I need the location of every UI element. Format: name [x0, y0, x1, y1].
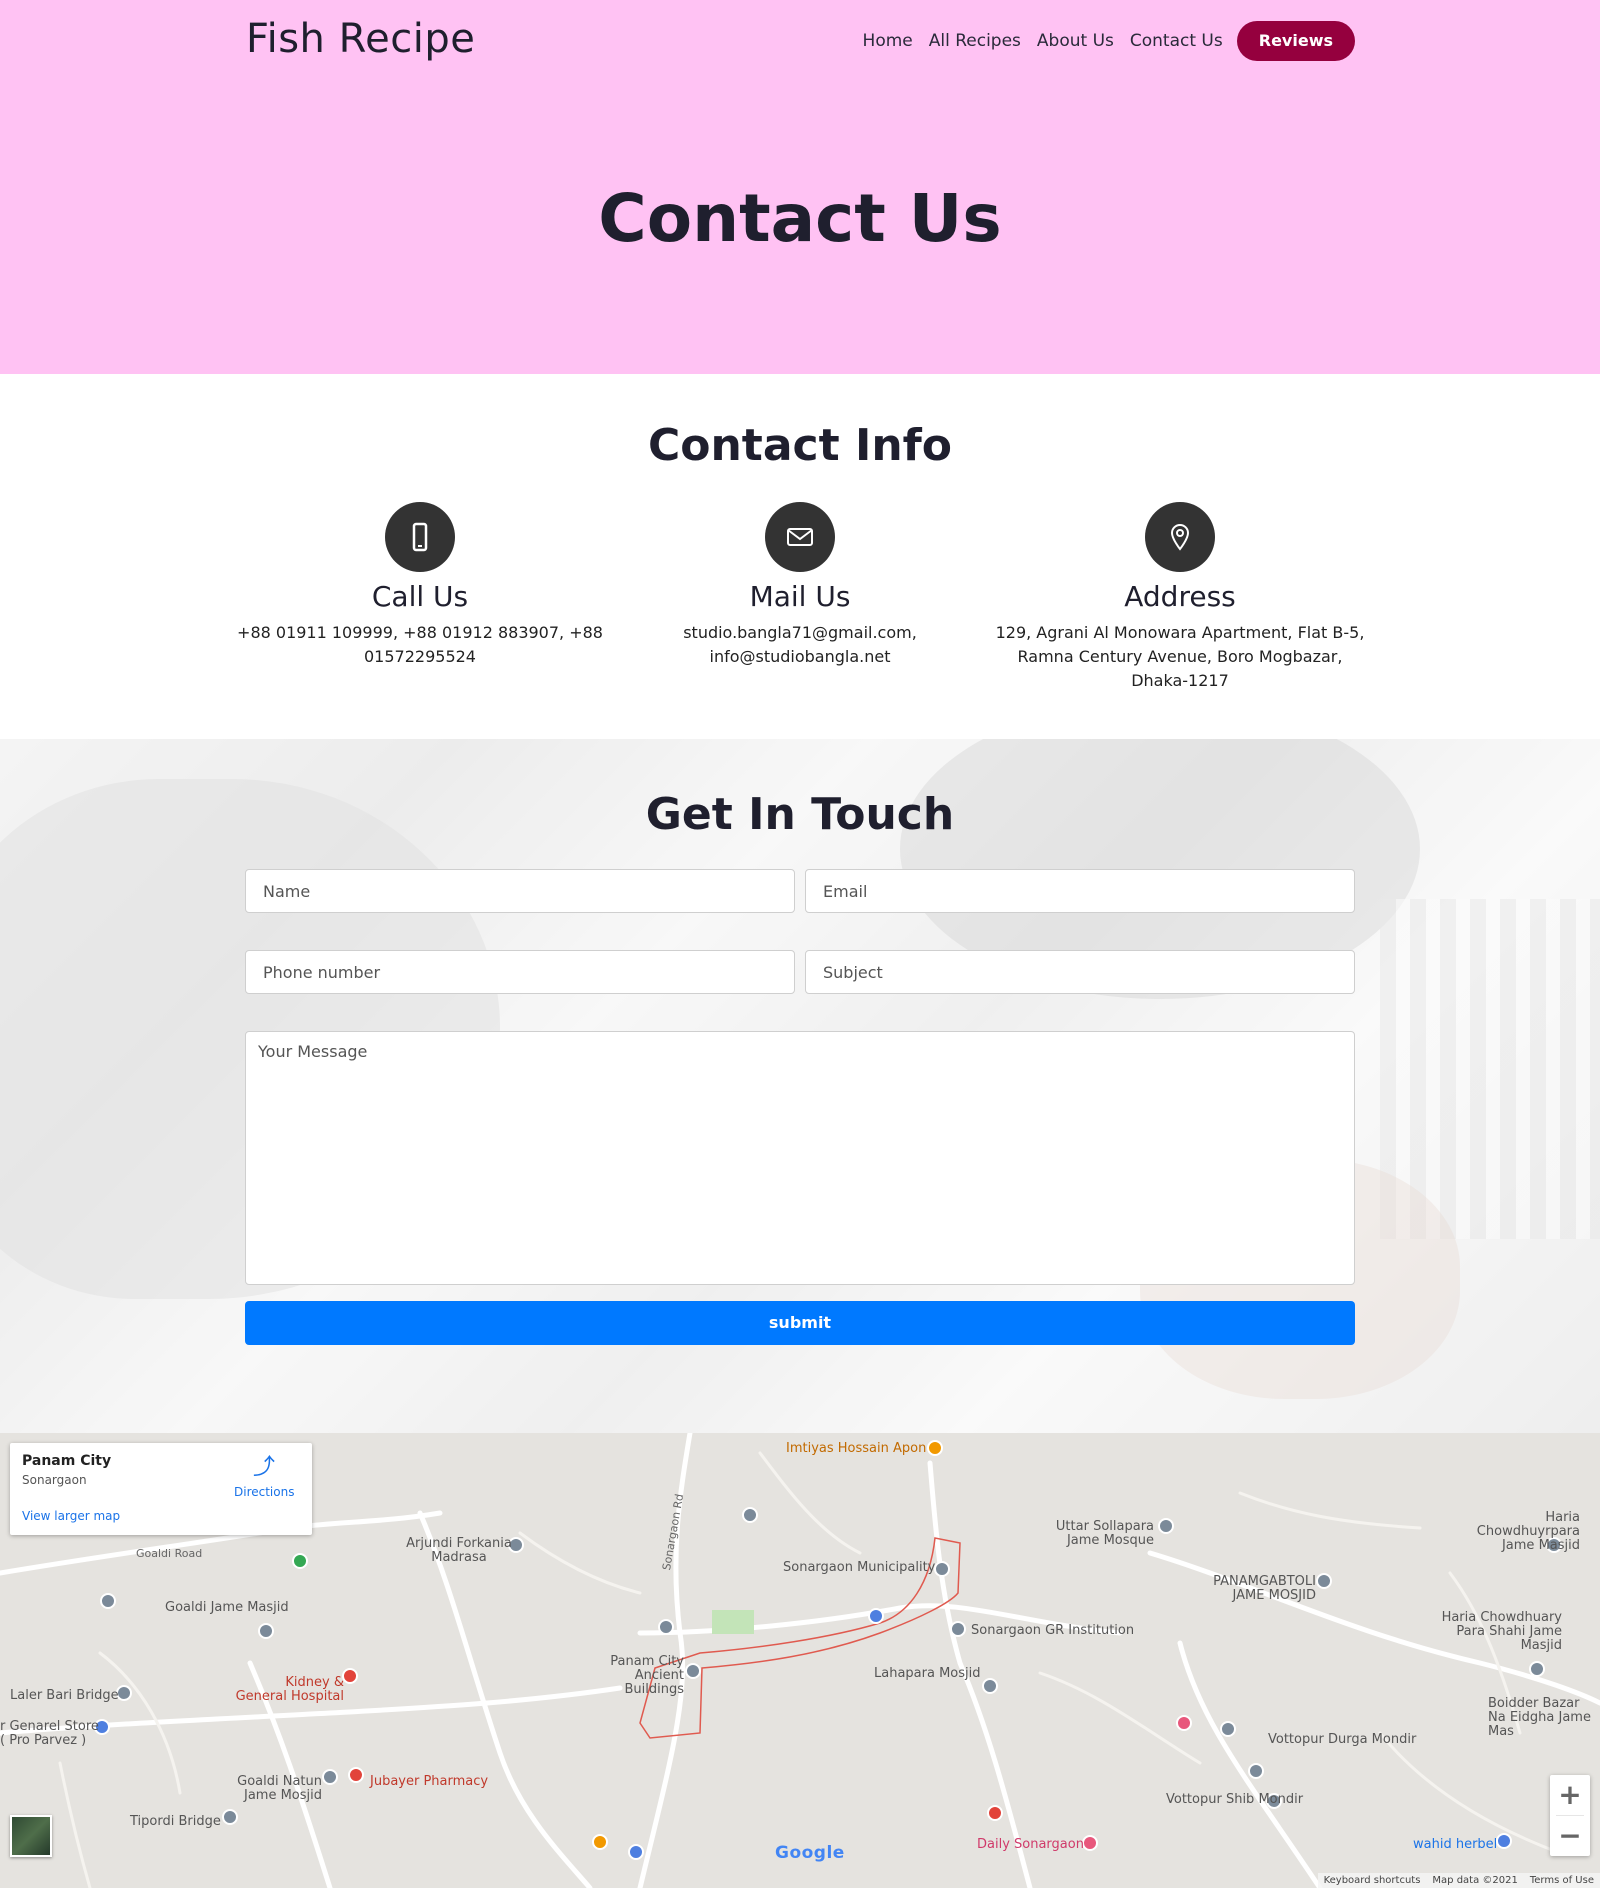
map-place-label[interactable]: Haria Chowdhuyrpara Jame Masjid	[1450, 1511, 1580, 1553]
map-place-label[interactable]: Arjundi Forkania Madrasa	[404, 1537, 514, 1565]
map-place-label[interactable]: Uttar Sollapara Jame Mosque	[1054, 1520, 1154, 1548]
directions-button[interactable]: ⤴ Directions	[234, 1455, 295, 1500]
contact-form-section: Get In Touch Name Email Phone number Sub…	[0, 739, 1600, 1433]
nav-contact-us[interactable]: Contact Us	[1122, 21, 1231, 61]
subject-input[interactable]: Subject	[805, 950, 1355, 994]
map-place-label[interactable]: Sonargaon Municipality	[783, 1561, 935, 1575]
map-place-label[interactable]: Vottopur Shib Mondir	[1166, 1793, 1303, 1807]
map-place-label[interactable]: PANAMGABTOLI JAME MOSJID	[1196, 1575, 1316, 1603]
map-data-text: Map data ©2021	[1432, 1875, 1518, 1886]
map-place-name: Panam City	[22, 1453, 112, 1469]
map-place-label[interactable]: Lahapara Mosjid	[874, 1667, 981, 1681]
hospital-pin-icon[interactable]	[342, 1668, 358, 1684]
pharmacy-pin-icon[interactable]	[348, 1767, 364, 1783]
zoom-out-button[interactable]: −	[1550, 1816, 1590, 1856]
mosque-pin-icon[interactable]	[1220, 1721, 1236, 1737]
mail-us-card: Mail Us studio.bangla71@gmail.com, info@…	[610, 502, 990, 669]
map-place-label[interactable]: Imtiyas Hossain Apon	[786, 1442, 926, 1456]
mail-icon	[765, 502, 835, 572]
map-place-label[interactable]: Sonargaon GR Institution	[971, 1624, 1134, 1638]
place-pin-icon[interactable]	[868, 1608, 884, 1624]
call-us-card: Call Us +88 01911 109999, +88 01912 8839…	[230, 502, 610, 669]
nav-home[interactable]: Home	[855, 21, 921, 61]
place-pin-icon[interactable]	[950, 1621, 966, 1637]
place-pin-icon[interactable]	[934, 1561, 950, 1577]
park-pin-icon[interactable]	[292, 1553, 308, 1569]
map-place-label[interactable]: Kidney & General Hospital	[234, 1676, 344, 1704]
map-attribution: Keyboard shortcuts Map data ©2021 Terms …	[1317, 1873, 1600, 1888]
map-place-label[interactable]: Laler Bari Bridge	[10, 1689, 119, 1703]
message-textarea[interactable]: Your Message	[245, 1031, 1355, 1285]
map-place-label[interactable]: Goaldi Natun Jame Mosjid	[232, 1775, 322, 1803]
map-place-label[interactable]: Daily Sonargaon	[977, 1838, 1084, 1852]
map-place-label[interactable]: Goaldi Jame Masjid	[165, 1601, 289, 1615]
submit-button[interactable]: submit	[245, 1301, 1355, 1345]
map-place-label[interactable]: Boidder Bazar Na Eidgha Jame Mas	[1488, 1697, 1600, 1739]
mail-us-text: studio.bangla71@gmail.com, info@studioba…	[683, 623, 917, 666]
place-pin-icon[interactable]	[658, 1619, 674, 1635]
mosque-pin-icon[interactable]	[982, 1678, 998, 1694]
email-input[interactable]: Email	[805, 869, 1355, 913]
place-pin-icon[interactable]	[927, 1440, 943, 1456]
map-place-label[interactable]: r Genarel Store ( Pro Parvez )	[0, 1720, 100, 1748]
place-pin-icon[interactable]	[1248, 1763, 1264, 1779]
name-input[interactable]: Name	[245, 869, 795, 913]
mosque-pin-icon[interactable]	[100, 1593, 116, 1609]
road-label: Goaldi Road	[136, 1547, 203, 1560]
mosque-pin-icon[interactable]	[322, 1769, 338, 1785]
directions-label: Directions	[234, 1485, 295, 1499]
main-nav: Home All Recipes About Us Contact Us Rev…	[855, 21, 1355, 61]
hero-banner: Fish Recipe Home All Recipes About Us Co…	[0, 0, 1600, 374]
nav-all-recipes[interactable]: All Recipes	[921, 21, 1029, 61]
mosque-pin-icon[interactable]	[1316, 1573, 1332, 1589]
location-pin-icon	[1145, 502, 1215, 572]
address-text: 129, Agrani Al Monowara Apartment, Flat …	[995, 623, 1365, 690]
restaurant-pin-icon[interactable]	[592, 1834, 608, 1850]
place-pin-icon[interactable]	[222, 1809, 238, 1825]
page-title: Contact Us	[598, 180, 1002, 257]
keyboard-shortcuts-link[interactable]: Keyboard shortcuts	[1324, 1875, 1421, 1886]
google-map[interactable]: Imtiyas Hossain Apon Arjundi Forkania Ma…	[0, 1433, 1600, 1888]
phone-input[interactable]: Phone number	[245, 950, 795, 994]
store-pin-icon[interactable]	[628, 1844, 644, 1860]
map-place-sub: Sonargaon	[22, 1473, 87, 1487]
get-in-touch-title: Get In Touch	[645, 789, 955, 840]
hotel-pin-icon[interactable]	[1082, 1835, 1098, 1851]
map-place-label[interactable]: Jubayer Pharmacy	[370, 1775, 488, 1789]
place-pin-icon[interactable]	[742, 1507, 758, 1523]
zoom-controls: + −	[1550, 1775, 1590, 1856]
call-us-heading: Call Us	[371, 580, 469, 613]
mail-us-heading: Mail Us	[749, 580, 851, 613]
map-place-label[interactable]: wahid herbel	[1413, 1838, 1497, 1852]
reviews-button[interactable]: Reviews	[1236, 21, 1355, 61]
mosque-pin-icon[interactable]	[1529, 1661, 1545, 1677]
map-place-label[interactable]: Haria Chowdhuary Para Shahi Jame Masjid	[1412, 1611, 1562, 1653]
nav-about-us[interactable]: About Us	[1029, 21, 1122, 61]
address-card: Address 129, Agrani Al Monowara Apartmen…	[990, 502, 1370, 693]
address-heading: Address	[1124, 580, 1236, 613]
hotel-pin-icon[interactable]	[1176, 1715, 1192, 1731]
phone-icon	[385, 502, 455, 572]
map-place-label[interactable]: Tipordi Bridge	[130, 1815, 221, 1829]
satellite-toggle[interactable]	[10, 1815, 52, 1857]
map-place-label[interactable]: Panam City Ancient Buildings	[572, 1655, 684, 1697]
directions-icon: ⤴	[252, 1455, 275, 1480]
map-place-label[interactable]: Vottopur Durga Mondir	[1268, 1733, 1416, 1747]
google-logo: Google	[775, 1843, 845, 1863]
place-pin-icon[interactable]	[685, 1663, 701, 1679]
mosque-pin-icon[interactable]	[1158, 1518, 1174, 1534]
call-us-text: +88 01911 109999, +88 01912 883907, +88 …	[237, 623, 603, 666]
store-pin-icon[interactable]	[1496, 1833, 1512, 1849]
brand-logo[interactable]: Fish Recipe	[246, 16, 475, 62]
map-place-card: Panam City Sonargaon ⤴ Directions View l…	[10, 1443, 312, 1535]
view-larger-map-link[interactable]: View larger map	[22, 1509, 120, 1523]
hospital-pin-icon[interactable]	[987, 1805, 1003, 1821]
mosque-pin-icon[interactable]	[258, 1623, 274, 1639]
zoom-in-button[interactable]: +	[1550, 1775, 1590, 1815]
contact-info-title: Contact Info	[647, 420, 953, 471]
terms-link[interactable]: Terms of Use	[1530, 1875, 1594, 1886]
